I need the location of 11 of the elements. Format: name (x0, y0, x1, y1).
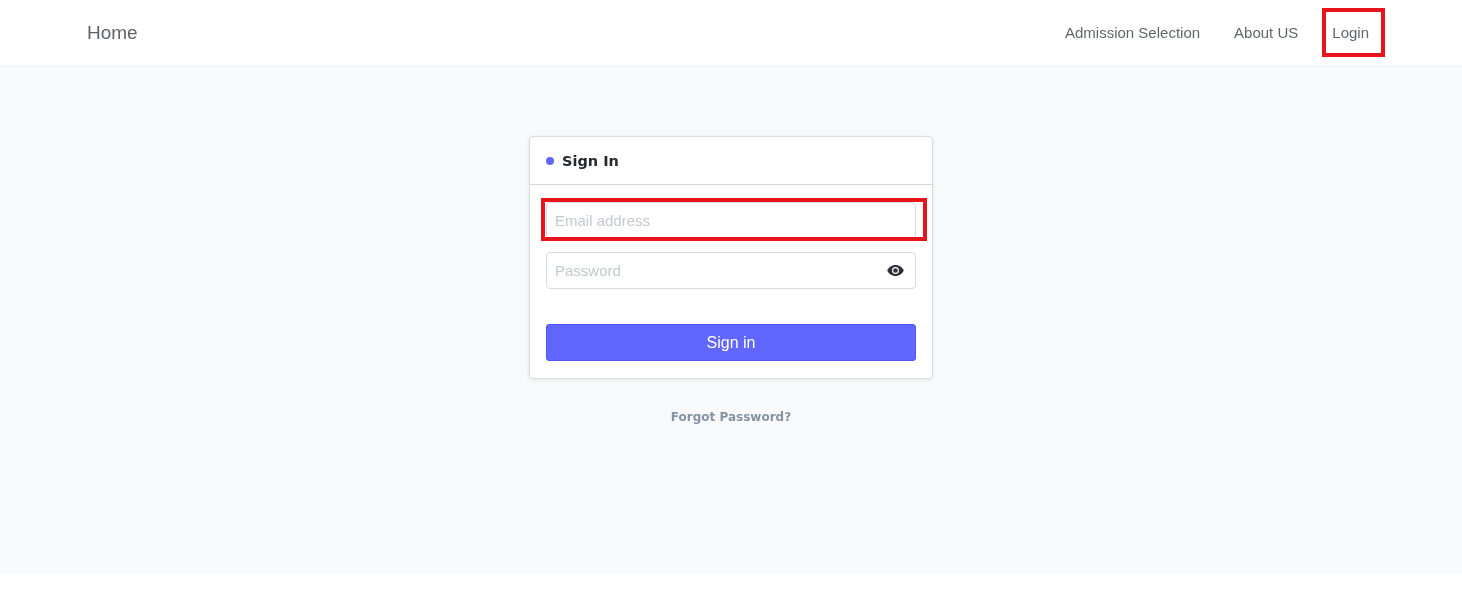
card-title: Sign In (562, 152, 619, 169)
home-link[interactable]: Home (87, 22, 138, 44)
eye-icon[interactable] (887, 265, 904, 276)
email-field[interactable]: Email address (546, 202, 916, 239)
nav-link[interactable]: Login (1332, 23, 1369, 43)
forgot-password-link[interactable]: Forgot Password? (670, 410, 792, 424)
sign-in-button[interactable]: Sign in (546, 324, 916, 361)
dot-icon (546, 156, 554, 165)
nav-link[interactable]: Admission Selection (1065, 23, 1201, 43)
nav-link[interactable]: About US (1234, 23, 1299, 43)
password-field[interactable]: Password (546, 252, 916, 289)
